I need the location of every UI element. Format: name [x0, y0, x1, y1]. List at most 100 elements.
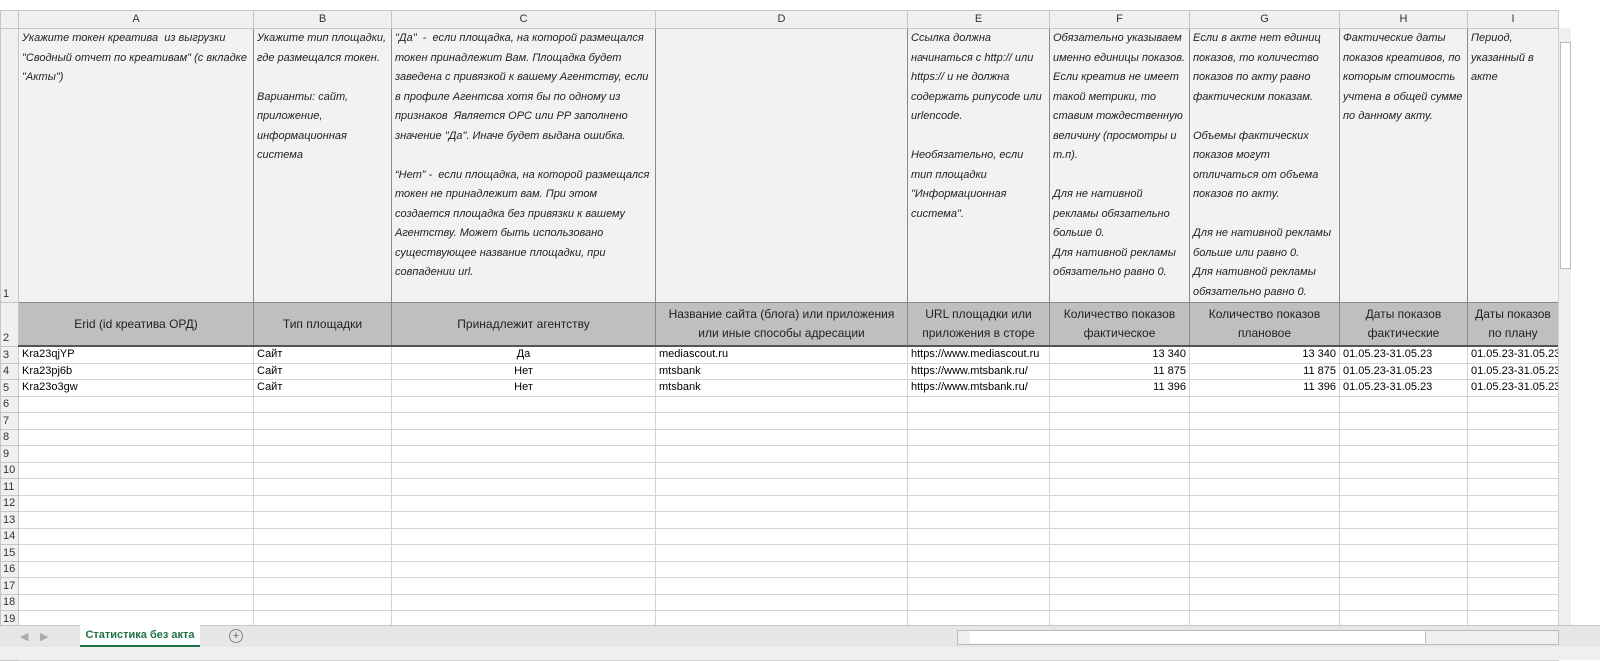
cell[interactable] — [655, 560, 908, 578]
cell[interactable] — [1339, 412, 1468, 430]
cell[interactable] — [907, 445, 1050, 463]
header-cell[interactable]: Количество показов фактическое — [1049, 302, 1190, 347]
cell[interactable] — [655, 494, 908, 512]
note-cell[interactable]: Укажите токен креатива из выгрузки "Свод… — [18, 28, 254, 303]
column-header[interactable]: I — [1467, 10, 1559, 29]
cell[interactable] — [1049, 428, 1190, 446]
cell[interactable]: Нет — [391, 362, 656, 380]
row-header[interactable]: 8 — [0, 428, 19, 446]
cell[interactable] — [1189, 445, 1340, 463]
cell[interactable] — [655, 461, 908, 479]
select-all-button[interactable] — [0, 10, 19, 29]
cell[interactable]: mtsbank — [655, 379, 908, 397]
cell[interactable] — [907, 511, 1050, 529]
sheet-tab[interactable]: Статистика без акта — [80, 625, 200, 647]
cell[interactable] — [18, 511, 254, 529]
cell[interactable]: 13 340 — [1049, 345, 1190, 364]
cell[interactable]: Kra23o3gw — [18, 379, 254, 397]
cell[interactable] — [1467, 478, 1559, 496]
cell[interactable] — [1189, 428, 1340, 446]
cell[interactable]: 01.05.23-31.05.23 — [1467, 362, 1559, 380]
cell[interactable]: mediascout.ru — [655, 345, 908, 364]
cell[interactable] — [391, 428, 656, 446]
cell[interactable] — [1049, 577, 1190, 595]
cell[interactable]: https://www.mtsbank.ru/ — [907, 379, 1050, 397]
cell[interactable] — [907, 544, 1050, 562]
cell[interactable]: https://www.mtsbank.ru/ — [907, 362, 1050, 380]
cell[interactable] — [1189, 560, 1340, 578]
cell[interactable] — [1339, 593, 1468, 611]
cell[interactable] — [253, 511, 392, 529]
cell[interactable] — [1049, 593, 1190, 611]
cell[interactable] — [1467, 461, 1559, 479]
cell[interactable] — [1049, 395, 1190, 413]
cell[interactable] — [391, 527, 656, 545]
cell[interactable] — [391, 478, 656, 496]
cell[interactable] — [1339, 478, 1468, 496]
cell[interactable]: 01.05.23-31.05.23 — [1467, 379, 1559, 397]
cell[interactable] — [907, 428, 1050, 446]
note-cell[interactable]: Обязательно указываем именно единицы пок… — [1049, 28, 1190, 303]
cell[interactable] — [1467, 577, 1559, 595]
row-header[interactable]: 15 — [0, 544, 19, 562]
cell[interactable] — [907, 461, 1050, 479]
cell[interactable] — [1049, 412, 1190, 430]
cell[interactable] — [1049, 511, 1190, 529]
note-cell[interactable] — [655, 28, 908, 303]
header-cell[interactable]: Принадлежит агентству — [391, 302, 656, 347]
cell[interactable] — [1049, 527, 1190, 545]
cell[interactable] — [907, 478, 1050, 496]
cell[interactable] — [907, 395, 1050, 413]
cell[interactable] — [1467, 428, 1559, 446]
row-header[interactable]: 13 — [0, 511, 19, 529]
cell[interactable] — [907, 560, 1050, 578]
cell[interactable] — [655, 544, 908, 562]
cell[interactable] — [1339, 494, 1468, 512]
cell[interactable] — [1189, 527, 1340, 545]
cell[interactable] — [1049, 445, 1190, 463]
cell[interactable]: Сайт — [253, 379, 392, 397]
row-header[interactable]: 1 — [0, 28, 19, 303]
column-header[interactable]: G — [1189, 10, 1340, 29]
cell[interactable] — [1467, 395, 1559, 413]
header-cell[interactable]: Количество показов плановое — [1189, 302, 1340, 347]
cell[interactable] — [391, 511, 656, 529]
cell[interactable] — [253, 593, 392, 611]
row-header[interactable]: 10 — [0, 461, 19, 479]
row-header[interactable]: 16 — [0, 560, 19, 578]
cell[interactable]: Kra23qjYP — [18, 345, 254, 364]
scroll-thumb[interactable] — [1560, 42, 1571, 269]
horizontal-scrollbar[interactable] — [957, 630, 1559, 645]
cell[interactable] — [655, 511, 908, 529]
cell[interactable] — [655, 527, 908, 545]
row-header[interactable]: 17 — [0, 577, 19, 595]
cell[interactable] — [18, 461, 254, 479]
cell[interactable]: Kra23pj6b — [18, 362, 254, 380]
row-header[interactable]: 12 — [0, 494, 19, 512]
cell[interactable] — [18, 428, 254, 446]
cell[interactable] — [18, 560, 254, 578]
cell[interactable] — [1189, 544, 1340, 562]
cell[interactable] — [1189, 577, 1340, 595]
cell[interactable] — [253, 560, 392, 578]
header-cell[interactable]: Название сайта (блога) или приложения ил… — [655, 302, 908, 347]
cell[interactable] — [391, 560, 656, 578]
row-header[interactable]: 6 — [0, 395, 19, 413]
note-cell[interactable]: Укажите тип площадки, где размещался ток… — [253, 28, 392, 303]
row-header[interactable]: 2 — [0, 302, 19, 347]
cell[interactable] — [253, 428, 392, 446]
cell[interactable]: Сайт — [253, 345, 392, 364]
row-header[interactable]: 7 — [0, 412, 19, 430]
column-header[interactable]: C — [391, 10, 656, 29]
cell[interactable]: 01.05.23-31.05.23 — [1339, 379, 1468, 397]
note-cell[interactable]: Фактические даты показов креативов, по к… — [1339, 28, 1468, 303]
column-header[interactable]: D — [655, 10, 908, 29]
column-header[interactable]: E — [907, 10, 1050, 29]
cell[interactable] — [907, 593, 1050, 611]
cell[interactable] — [1049, 478, 1190, 496]
cell[interactable] — [391, 494, 656, 512]
cell[interactable] — [391, 461, 656, 479]
row-header[interactable]: 14 — [0, 527, 19, 545]
row-header[interactable]: 11 — [0, 478, 19, 496]
cell[interactable] — [391, 593, 656, 611]
